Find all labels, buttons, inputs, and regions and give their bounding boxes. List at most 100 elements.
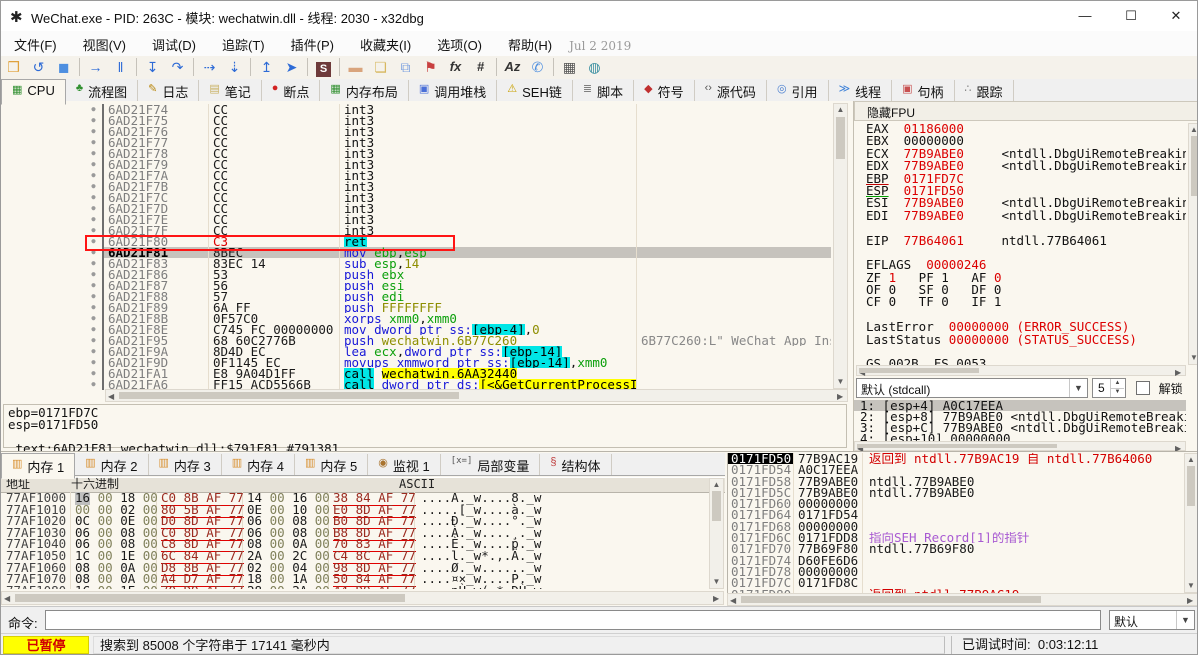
bookmarks-button[interactable]: ⚑ [418, 56, 443, 78]
memory-dump-view[interactable]: 77AF100016 00 18 00C0 8B AF 7714 00 16 0… [1, 492, 706, 589]
scroll-left-icon[interactable]: ◀ [730, 595, 736, 606]
disasm-row[interactable]: ●6AD21F818BECmov ebp,esp [85, 247, 831, 258]
restart-button[interactable]: ↺ [26, 56, 51, 78]
device-button[interactable]: ✆ [525, 56, 550, 78]
disasm-row[interactable]: ●6AD21FA1E8 9A04D1FFcall wechatwin.6AA32… [85, 368, 831, 379]
minimize-button[interactable]: — [1063, 1, 1107, 31]
scroll-right-icon[interactable]: ▶ [1187, 595, 1193, 606]
scrollbar-thumb[interactable] [119, 392, 459, 399]
tab-script[interactable]: ≣脚本 [573, 80, 634, 101]
scrollbar-thumb[interactable] [712, 491, 721, 521]
disasm-row[interactable]: ●6AD21F7BCCint3 [85, 181, 831, 192]
tab-memory-map[interactable]: ▦内存布局 [320, 80, 408, 101]
tab-seh[interactable]: ⚠SEH链 [497, 80, 573, 101]
tab-dump-2[interactable]: ▥内存 2 [75, 454, 148, 475]
breakpoint-dot[interactable]: ● [85, 269, 104, 280]
breakpoint-dot[interactable]: ● [85, 236, 104, 247]
disasm-row[interactable]: ●6AD21F80C3ret [85, 236, 831, 247]
command-profile-select[interactable]: 默认 ▼ [1109, 610, 1195, 630]
disasm-row[interactable]: ●6AD21F9D0F1145 ECmovups xmmword ptr ss:… [85, 357, 831, 368]
unlock-checkbox[interactable] [1136, 381, 1150, 395]
menu-item[interactable]: 文件(F) [1, 31, 70, 56]
scrollbar-thumb[interactable] [857, 444, 1057, 448]
command-input[interactable] [45, 610, 1101, 630]
breakpoint-dot[interactable]: ● [85, 313, 104, 324]
disassembly-view[interactable]: ●6AD21F74CCint3●6AD21F75CCint3●6AD21F76C… [1, 101, 849, 451]
scroll-up-icon[interactable]: ▲ [1189, 125, 1198, 134]
menu-item[interactable]: 收藏夹(I) [347, 31, 424, 56]
breakpoint-dot[interactable]: ● [85, 368, 104, 379]
labels-button[interactable]: ⧉ [393, 56, 418, 78]
stack-row[interactable]: 0171FD6800000000 [728, 521, 1184, 532]
menu-item[interactable]: 选项(O) [424, 31, 495, 56]
run-button[interactable]: → [83, 56, 108, 78]
register-line[interactable]: EDI 77B9ABE0 <ntdll.DbgUiRemoteBreakin> [854, 210, 1186, 222]
breakpoint-dot[interactable]: ● [85, 225, 104, 236]
patches-button[interactable]: ▬ [343, 56, 368, 78]
chevron-down-icon[interactable]: ▼ [1069, 379, 1087, 397]
disasm-row[interactable]: ●6AD21F7FCCint3 [85, 225, 831, 236]
tab-source[interactable]: ‹›源代码 [695, 80, 767, 101]
breakpoint-dot[interactable]: ● [85, 203, 104, 214]
scroll-left-icon[interactable]: ◀ [4, 593, 10, 604]
stack-row[interactable]: 0171FD74D60FE6D6 [728, 555, 1184, 566]
tab-threads[interactable]: ≫线程 [829, 80, 893, 101]
stack-view[interactable]: 0171FD5077B9AC19返回到 ntdll.77B9AC19 自 ntd… [727, 453, 1184, 593]
breakpoint-dot[interactable]: ● [85, 357, 104, 368]
disasm-row[interactable]: ●6AD21F9568 60C2776Bpush wechatwin.6B77C… [85, 335, 831, 346]
disasm-row[interactable]: ●6AD21F8756push esi [85, 280, 831, 291]
stack-hscrollbar[interactable]: ◀▶ [727, 593, 1198, 606]
stack-row[interactable]: 0171FD54A0C17EEA [728, 464, 1184, 475]
tab-symbols[interactable]: ◆符号 [634, 80, 694, 101]
scroll-down-icon[interactable]: ▼ [1189, 353, 1198, 362]
breakpoint-dot[interactable]: ● [85, 192, 104, 203]
disasm-row[interactable]: ●6AD21F8B0F57C0xorps xmm0,xmm0 [85, 313, 831, 324]
breakpoint-dot[interactable]: ● [85, 214, 104, 225]
stack-row[interactable]: 0171FD5077B9AC19返回到 ntdll.77B9AC19 自 ntd… [728, 453, 1184, 464]
pause-button[interactable]: ‖ [108, 56, 133, 78]
tab-graph[interactable]: ♣流程图 [66, 80, 138, 101]
stack-row[interactable]: 0171FD7077B69F80ntdll.77B69F80 [728, 543, 1184, 554]
breakpoint-dot[interactable]: ● [85, 335, 104, 346]
globe-button[interactable]: ◍ [582, 56, 607, 78]
tab-notes[interactable]: ▤笔记 [199, 80, 261, 101]
stack-row[interactable]: 0171FD6000000000 [728, 498, 1184, 509]
disasm-row[interactable]: ●6AD21F7ACCint3 [85, 170, 831, 181]
scrollbar-thumb[interactable] [836, 117, 845, 159]
breakpoint-dot[interactable]: ● [85, 379, 104, 390]
stack-row[interactable]: 0171FD5C77B9ABE0ntdll.77B9ABE0 [728, 487, 1184, 498]
tab-log[interactable]: ✎日志 [138, 80, 199, 101]
tab-trace[interactable]: ∴跟踪 [955, 80, 1014, 101]
tab-dump-1[interactable]: ▥内存 1 [1, 453, 75, 479]
assemble-button[interactable]: Az [500, 56, 525, 78]
scroll-right-icon[interactable]: ▶ [713, 593, 719, 604]
disasm-row[interactable]: ●6AD21F7ECCint3 [85, 214, 831, 225]
breakpoint-dot[interactable]: ● [85, 302, 104, 313]
breakpoint-dot[interactable]: ● [85, 324, 104, 335]
execute-till-return-button[interactable]: ↥ [254, 56, 279, 78]
breakpoint-dot[interactable]: ● [85, 104, 104, 115]
tab-dump-3[interactable]: ▥内存 3 [149, 454, 222, 475]
stack-vscrollbar[interactable]: ▲▼ [1184, 453, 1198, 593]
breakpoint-dot[interactable]: ● [85, 137, 104, 148]
menu-item[interactable]: 插件(P) [278, 31, 347, 56]
disasm-row[interactable]: ●6AD21F74CCint3 [85, 104, 831, 115]
scrollbar-thumb[interactable] [859, 368, 979, 373]
stepper-down-icon[interactable]: ▼ [1110, 388, 1124, 397]
stack-row[interactable]: 0171FD7800000000 [728, 566, 1184, 577]
calling-convention-select[interactable]: 默认 (stdcall) ▼ [856, 378, 1088, 398]
scrollbar-thumb[interactable] [741, 596, 1041, 603]
run-to-user-code-button[interactable]: ➤ [279, 56, 304, 78]
scroll-up-icon[interactable]: ▲ [834, 105, 847, 114]
scroll-right-icon[interactable]: ▶ [1175, 367, 1181, 378]
breakpoint-dot[interactable]: ● [85, 280, 104, 291]
registers-hscrollbar[interactable]: ◀▶ [856, 365, 1186, 376]
call-arguments-list[interactable]: 1: [esp+4] A0C17EEA2: [esp+8] 77B9ABE0 <… [854, 400, 1186, 444]
stack-row[interactable]: 0171FD5877B9ABE0ntdll.77B9ABE0 [728, 476, 1184, 487]
breakpoint-dot[interactable]: ● [85, 159, 104, 170]
tab-breakpoints[interactable]: ●断点 [262, 80, 321, 101]
disasm-row[interactable]: ●6AD21F7DCCint3 [85, 203, 831, 214]
argument-count-stepper[interactable]: 5 ▲ ▼ [1092, 378, 1126, 398]
close-button[interactable]: ✕ [1153, 1, 1198, 31]
disassembly-hscrollbar[interactable]: ◀▶ [105, 389, 848, 402]
